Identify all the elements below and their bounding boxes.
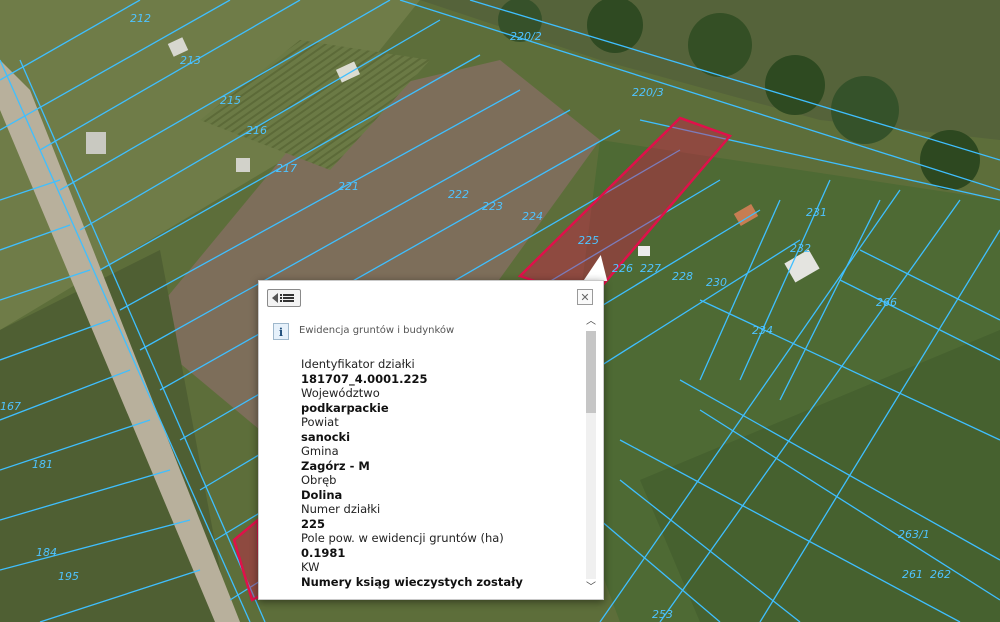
- plot-label: 263/1: [898, 528, 930, 541]
- plot-label: 195: [58, 570, 79, 583]
- attribute-label: Numer działki: [301, 502, 381, 516]
- attribute-value: 0.1981: [301, 545, 346, 560]
- plot-label: 232: [790, 242, 811, 255]
- attribute-value: Numery ksiąg wieczystych zostały: [301, 574, 523, 589]
- attribute-label: Obręb: [301, 473, 337, 487]
- plot-label: 226: [612, 262, 633, 275]
- attribute-label: Gmina: [301, 444, 339, 458]
- plot-label: 220/2: [510, 30, 542, 43]
- plot-label: 266: [876, 296, 897, 309]
- plot-label: 220/3: [632, 86, 664, 99]
- attribute-value: 225: [301, 516, 326, 531]
- attribute-value: sanocki: [301, 429, 351, 444]
- plot-label: 224: [522, 210, 543, 223]
- popup-header: ✕: [259, 281, 603, 313]
- plot-label: 262: [930, 568, 951, 581]
- info-icon: i: [273, 323, 289, 340]
- attribute-label: Identyfikator działki: [301, 357, 415, 371]
- plot-label: 222: [448, 188, 469, 201]
- attribute-label: KW: [301, 560, 320, 574]
- plot-label: 223: [482, 200, 503, 213]
- back-to-list-button[interactable]: [267, 289, 301, 307]
- attribute-label: Województwo: [301, 386, 380, 400]
- list-back-icon: [272, 293, 294, 303]
- plot-label: 234: [752, 324, 773, 337]
- plot-label: 221: [338, 180, 359, 193]
- attribute-value: Dolina: [301, 487, 343, 502]
- plot-label: 227: [640, 262, 661, 275]
- scroll-down-button[interactable]: ﹀: [583, 581, 599, 595]
- plot-label: 217: [276, 162, 297, 175]
- layer-title: Ewidencja gruntów i budynków: [299, 325, 455, 336]
- plot-label: 215: [220, 94, 241, 107]
- close-button[interactable]: ✕: [577, 289, 593, 305]
- plot-label: 212: [130, 12, 151, 25]
- plot-label: 253: [652, 608, 673, 621]
- feature-info-popup: ✕ i Ewidencja gruntów i budynków Identyf…: [258, 280, 604, 600]
- plot-label: 216: [246, 124, 267, 137]
- scroll-up-button[interactable]: ︿: [583, 315, 599, 329]
- plot-label: 225: [578, 234, 599, 247]
- close-icon: ✕: [580, 291, 590, 304]
- popup-content: i Ewidencja gruntów i budynków Identyfik…: [259, 315, 583, 597]
- attribute-value: podkarpackie: [301, 400, 389, 415]
- plot-label: 181: [32, 458, 53, 471]
- layer-header: i Ewidencja gruntów i budynków: [273, 323, 573, 341]
- attribute-value: 181707_4.0001.225: [301, 371, 428, 386]
- plot-label: 230: [706, 276, 727, 289]
- attribute-label: Powiat: [301, 415, 339, 429]
- plot-label: 231: [806, 206, 827, 219]
- attribute-value: Zagórz - M: [301, 458, 370, 473]
- popup-scrollbar[interactable]: ︿ ﹀: [583, 315, 599, 595]
- scroll-track[interactable]: [586, 331, 596, 579]
- attribute-label: Pole pow. w ewidencji gruntów (ha): [301, 531, 504, 545]
- plot-label: 184: [36, 546, 57, 559]
- chevron-up-icon: ︿: [586, 316, 596, 327]
- plot-label: 167: [0, 400, 21, 413]
- plot-label: 261: [902, 568, 923, 581]
- chevron-down-icon: ﹀: [586, 582, 596, 593]
- attribute-list: Identyfikator działki 181707_4.0001.225 Wo…: [301, 357, 581, 589]
- scroll-thumb[interactable]: [586, 331, 596, 413]
- plot-label: 228: [672, 270, 693, 283]
- plot-label: 213: [180, 54, 201, 67]
